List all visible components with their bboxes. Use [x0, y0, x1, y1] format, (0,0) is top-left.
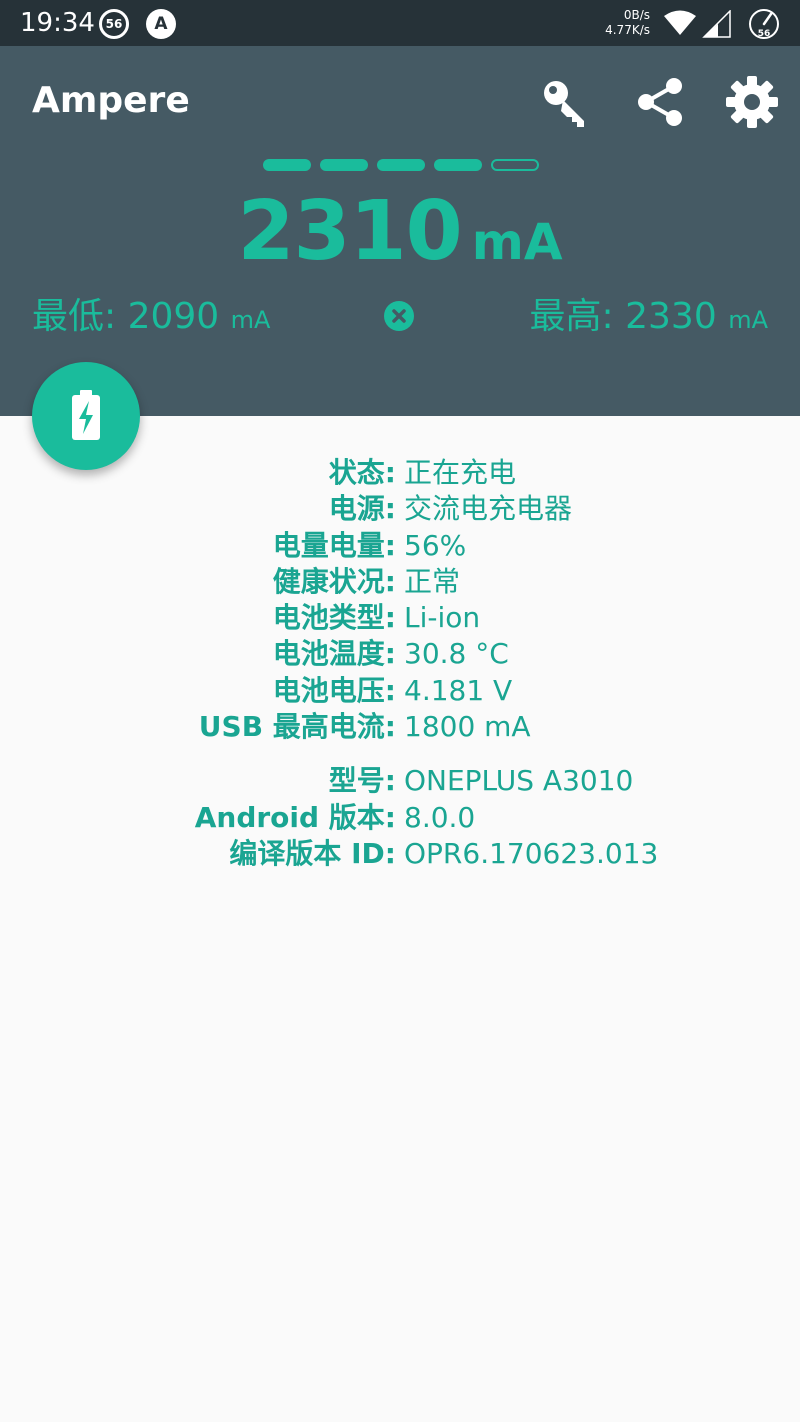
- info-label: 状态:: [328, 456, 396, 489]
- max-value: 2330: [625, 296, 717, 337]
- gear-icon: [726, 76, 778, 128]
- info-label: 电池温度:: [272, 637, 396, 671]
- min-label: 最低:: [32, 296, 117, 337]
- info-value: OPR6.170623.013: [404, 836, 659, 870]
- battery-circle-icon: 56: [749, 9, 779, 39]
- signal-icon: [702, 10, 731, 38]
- info-row: 编译版本 ID: OPR6.170623.013: [0, 836, 800, 872]
- info-row: 型号: ONEPLUS A3010: [0, 763, 800, 799]
- network-speed: 0B/s 4.77K/s: [598, 8, 650, 38]
- header: Ampere 2310 mA 最低: 2090 mA 最高: 2330 mA: [0, 46, 800, 416]
- info-row: 电量电量: 56%: [0, 528, 800, 564]
- info-label: Android 版本:: [194, 800, 396, 834]
- key-button[interactable]: [538, 74, 594, 130]
- info-row: 健康状况: 正常: [0, 564, 800, 600]
- info-value: 交流电充电器: [404, 492, 573, 526]
- info-label: 电量电量:: [272, 528, 396, 562]
- level-indicator: [263, 159, 539, 171]
- status-bar: 19:34 56 A 0B/s 4.77K/s 56: [0, 0, 800, 46]
- info-value: 56%: [404, 528, 467, 562]
- status-time: 19:34: [20, 8, 95, 38]
- max-unit: mA: [728, 306, 768, 334]
- app-notification-icon: A: [146, 9, 176, 39]
- info-row: USB 最高电流: 1800 mA: [0, 709, 800, 745]
- current-value: 2310: [237, 184, 462, 279]
- net-up-speed: 4.77K/s: [605, 23, 650, 37]
- share-button[interactable]: [632, 74, 688, 130]
- key-icon: [544, 81, 584, 127]
- info-label: 电池电压:: [272, 673, 396, 707]
- battery-circle-value: 56: [758, 29, 771, 39]
- info-label: USB 最高电流:: [198, 710, 396, 744]
- info-value: Li-ion: [404, 601, 481, 635]
- level-segment: [263, 159, 311, 171]
- info-label: 电池类型:: [272, 601, 396, 635]
- level-segment: [377, 159, 425, 171]
- battery-charging-icon: [72, 390, 100, 440]
- level-segment: [491, 159, 539, 171]
- info-value: ONEPLUS A3010: [404, 764, 634, 798]
- info-value: 正在充电: [404, 456, 517, 489]
- level-segment: [320, 159, 368, 171]
- info-label: 型号:: [328, 764, 396, 798]
- info-row: 电池温度: 30.8 °C: [0, 636, 800, 672]
- info-label: 健康状况:: [272, 564, 396, 598]
- info-row: Android 版本: 8.0.0: [0, 800, 800, 836]
- min-reading: 最低: 2090 mA: [32, 294, 270, 343]
- battery-fab-button[interactable]: [32, 362, 140, 470]
- info-label: 电源:: [328, 492, 396, 526]
- info-value: 30.8 °C: [404, 637, 509, 671]
- min-value: 2090: [127, 296, 220, 337]
- info-value: 4.181 V: [404, 673, 513, 707]
- info-row: 电源: 交流电充电器: [0, 491, 800, 527]
- reset-minmax-button[interactable]: [384, 301, 414, 331]
- info-row: 电池类型: Li-ion: [0, 600, 800, 636]
- min-unit: mA: [230, 306, 271, 334]
- share-icon: [638, 78, 682, 126]
- current-reading: 2310 mA: [0, 182, 800, 282]
- net-down-speed: 0B/s: [623, 8, 650, 22]
- level-segment: [434, 159, 482, 171]
- max-reading: 最高: 2330 mA: [530, 294, 768, 343]
- current-unit: mA: [471, 213, 563, 271]
- close-icon: [392, 309, 406, 323]
- wifi-icon: [664, 10, 696, 35]
- info-value: 1800 mA: [404, 710, 531, 744]
- info-value: 正常: [404, 564, 461, 598]
- info-row: 电池电压: 4.181 V: [0, 673, 800, 709]
- max-label: 最高:: [529, 296, 614, 337]
- info-list: 状态: 正在充电 电源: 交流电充电器 电量电量: 56% 健康状况: 正常 电池类型: Li-i…: [0, 455, 800, 872]
- settings-button[interactable]: [724, 74, 780, 130]
- app-title: Ampere: [32, 80, 190, 121]
- info-row: 状态: 正在充电: [0, 455, 800, 491]
- notification-badge-icon: 56: [99, 9, 129, 39]
- info-label: 编译版本 ID:: [229, 836, 396, 870]
- info-value: 8.0.0: [404, 800, 476, 834]
